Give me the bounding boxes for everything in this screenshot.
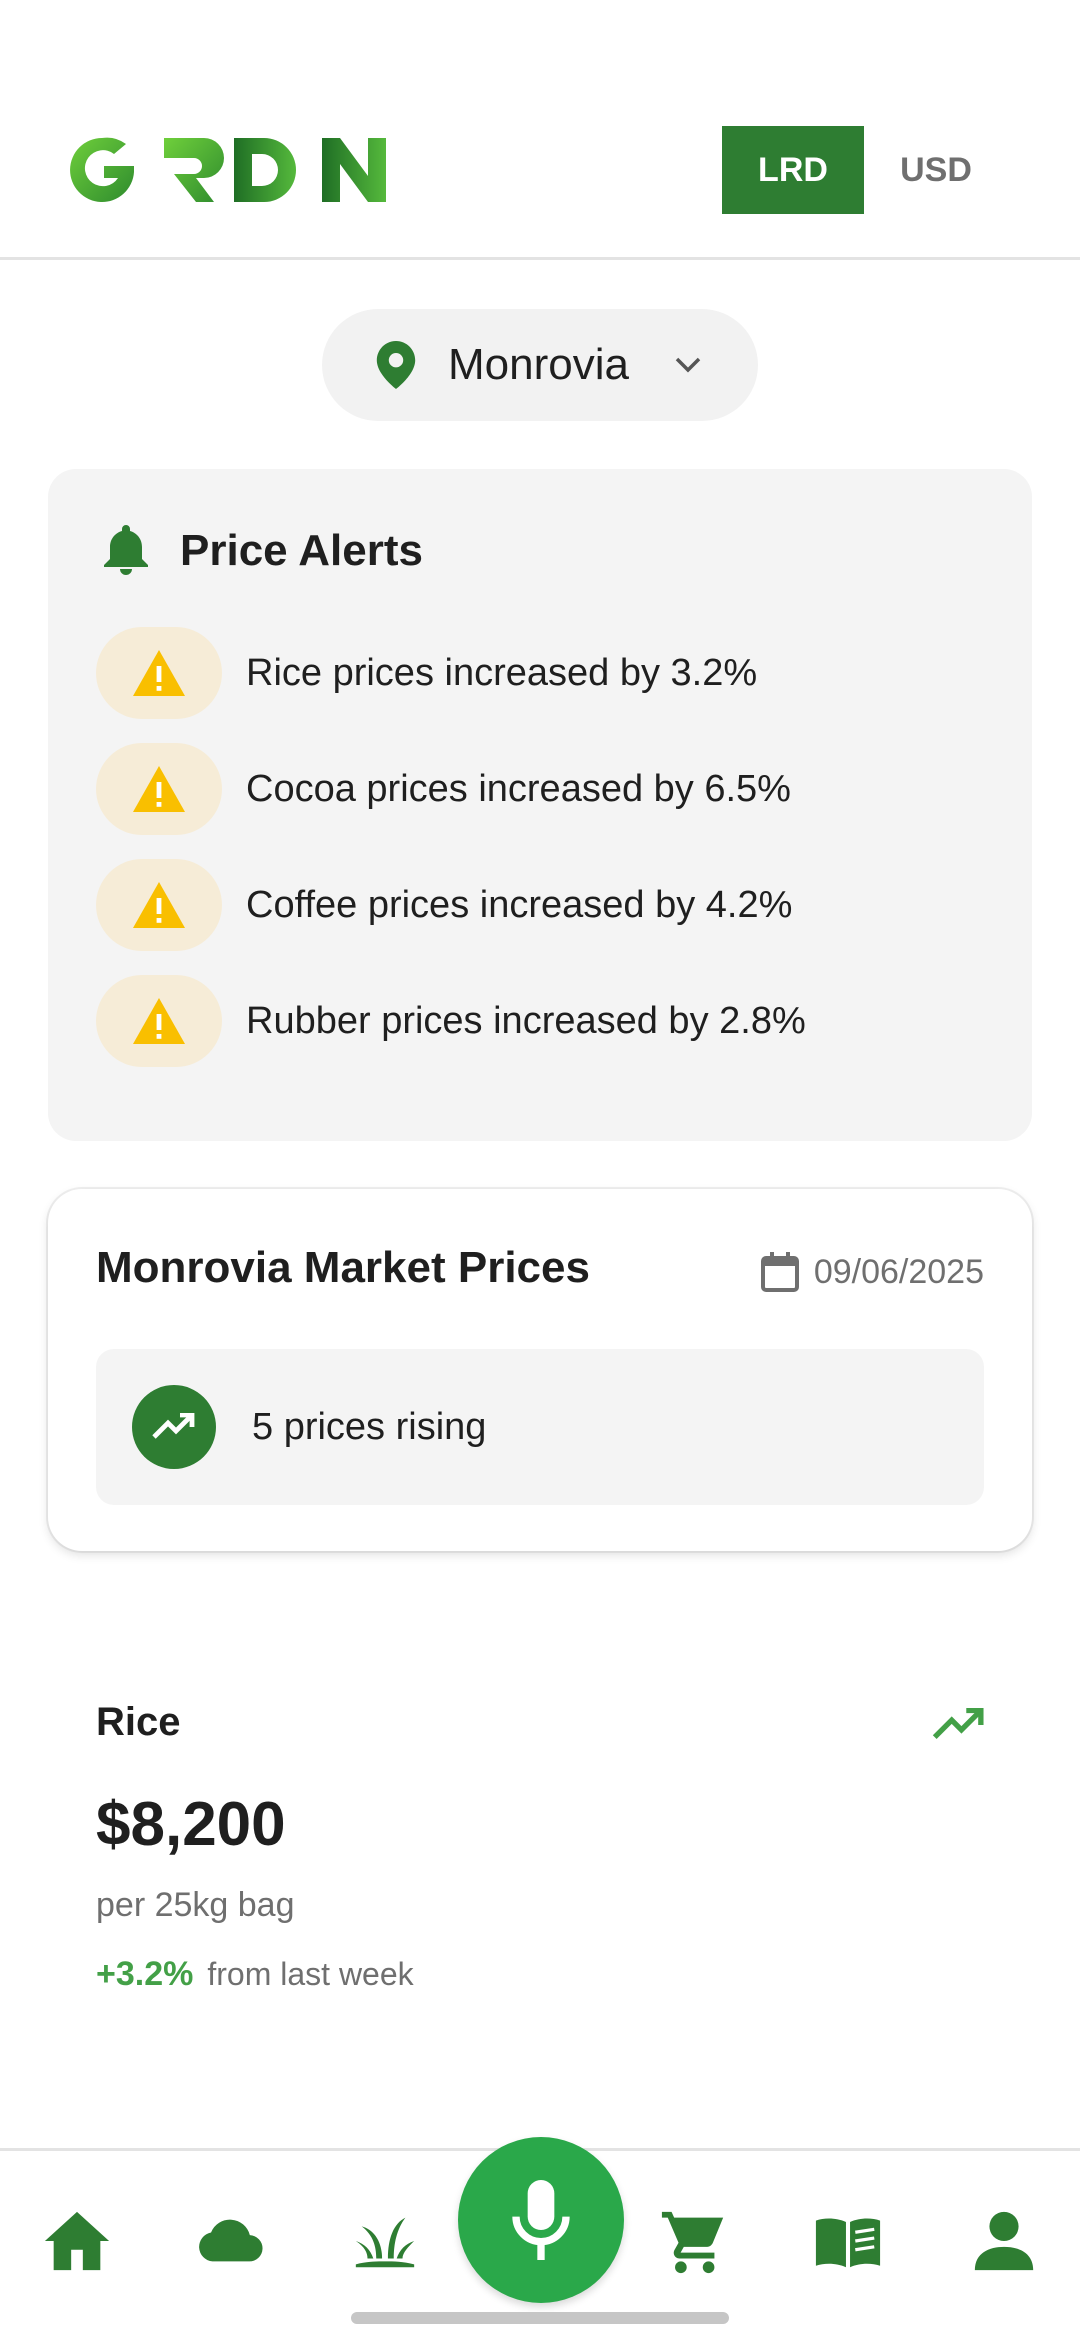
microphone-icon [512,2180,570,2260]
trending-up-icon [932,1708,984,1740]
product-name: Rice [96,1700,181,1744]
warning-icon [133,882,185,928]
alert-text: Rubber prices increased by 2.8% [246,999,806,1042]
warning-icon [133,766,185,812]
cloud-icon [199,2219,263,2262]
voice-assistant-button[interactable] [458,2137,624,2303]
nav-crops[interactable] [345,2201,425,2281]
alert-item[interactable]: Coffee prices increased by 4.2% [96,859,792,951]
product-change-suffix: from last week [207,1956,414,1992]
system-home-indicator[interactable] [351,2312,729,2324]
product-price: $8,200 [96,1790,286,1859]
location-name: Monrovia [448,340,629,389]
currency-usd-button[interactable]: USD [864,126,1008,214]
currency-lrd-button[interactable]: LRD [722,126,864,214]
cart-icon [661,2211,724,2274]
alert-badge [96,975,222,1067]
warning-icon [133,650,185,696]
alert-item[interactable]: Rubber prices increased by 2.8% [96,975,806,1067]
market-date-text: 09/06/2025 [813,1252,984,1291]
app-header: LRD USD [0,0,1080,260]
trending-badge [132,1385,216,1469]
warning-icon [133,998,185,1044]
prices-rising-summary[interactable]: 5 prices rising [96,1349,984,1505]
location-pin-icon [376,341,416,389]
alert-item[interactable]: Rice prices increased by 3.2% [96,627,757,719]
home-icon [44,2211,110,2271]
alert-badge [96,743,222,835]
price-alerts-title: Price Alerts [180,526,423,575]
product-change: +3.2% [96,1955,194,1993]
grdn-logo [70,137,386,202]
price-alerts-header: Price Alerts [102,525,423,577]
product-unit: per 25kg bag [96,1886,295,1924]
product-change-row: +3.2% from last week [96,1955,986,1994]
bell-icon [104,525,148,575]
price-alerts-card: Price Alerts Rice prices increased by 3.… [48,469,1032,1141]
alert-item[interactable]: Cocoa prices increased by 6.5% [96,743,791,835]
calendar-icon [760,1252,799,1292]
alert-text: Coffee prices increased by 4.2% [246,883,793,926]
nav-market[interactable] [654,2201,734,2281]
market-date: 09/06/2025 [760,1251,984,1293]
market-prices-title: Monrovia Market Prices [96,1243,590,1292]
person-icon [974,2211,1034,2271]
location-selector[interactable]: Monrovia [322,309,758,421]
book-icon [815,2218,881,2268]
alert-badge [96,859,222,951]
prices-rising-text: 5 prices rising [252,1405,487,1448]
alert-text: Rice prices increased by 3.2% [246,651,758,694]
nav-home[interactable] [37,2201,117,2281]
sprout-icon [355,2217,415,2268]
chevron-down-icon [675,357,701,373]
product-price-card[interactable]: Rice $8,200 per 25kg bag +3.2% from last… [96,1700,986,1994]
nav-weather[interactable] [190,2201,270,2281]
trending-up-icon [152,1413,195,1439]
nav-profile[interactable] [964,2201,1044,2281]
alert-badge [96,627,222,719]
alert-text: Cocoa prices increased by 6.5% [246,767,791,810]
nav-learn[interactable] [808,2201,888,2281]
market-prices-card: Monrovia Market Prices 09/06/2025 5 pric… [48,1189,1032,1551]
currency-toggle: LRD USD [722,126,1008,214]
